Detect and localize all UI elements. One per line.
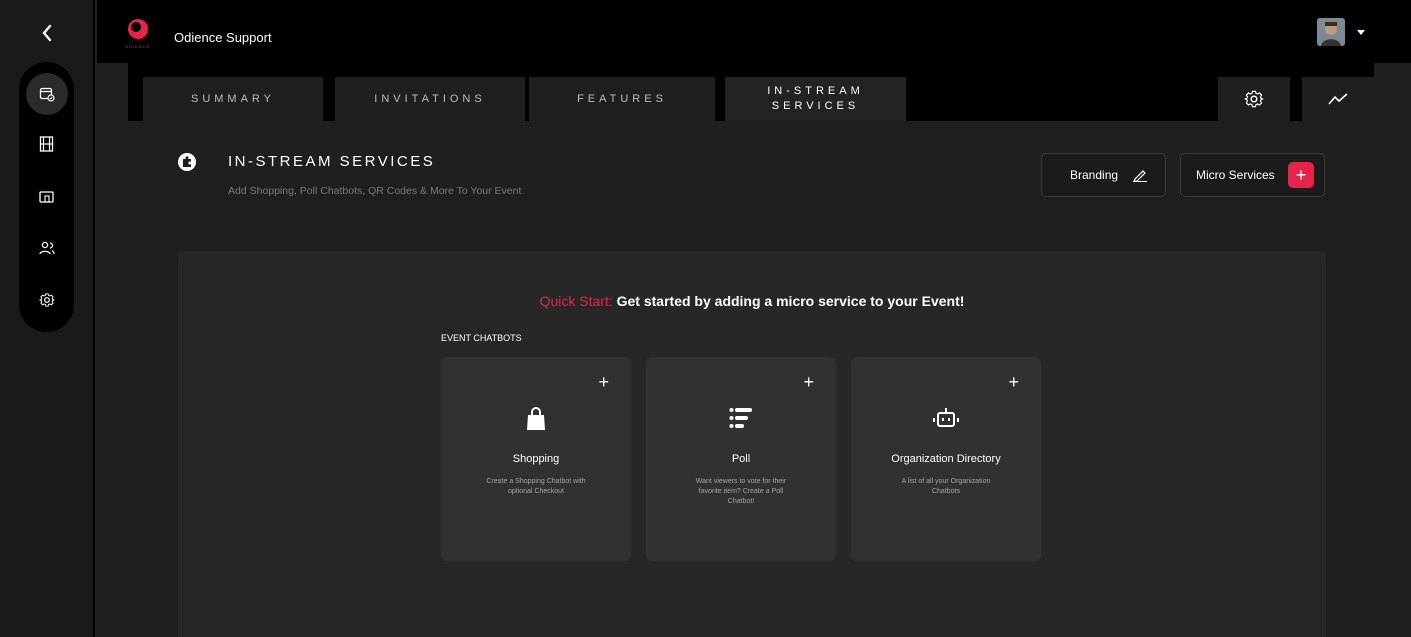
card-title: Organization Directory xyxy=(891,453,1001,465)
quick-start-prefix: Quick Start: xyxy=(539,293,613,309)
card-title: Poll xyxy=(731,453,751,465)
avatar[interactable] xyxy=(1317,18,1345,46)
card-title: Shopping xyxy=(512,453,560,465)
branding-button[interactable]: Branding xyxy=(1041,153,1166,197)
sidebar-item-media[interactable] xyxy=(19,124,74,164)
card-description: A list of all your Organization Chatbots xyxy=(901,478,991,495)
tab-in-stream-services[interactable]: IN-STREAM SERVICES xyxy=(725,77,906,121)
services-badge-icon xyxy=(177,152,197,172)
tab-settings[interactable] xyxy=(1218,77,1290,121)
user-photo xyxy=(1317,18,1345,46)
card-shopping[interactable]: + Shopping Create a Shopping Chatbot wit… xyxy=(441,357,631,561)
add-organization-directory-icon[interactable]: + xyxy=(1008,373,1019,391)
calendar-check-icon xyxy=(39,87,55,102)
sidebar-nav xyxy=(19,62,74,332)
sidebar-item-devices[interactable] xyxy=(19,177,74,217)
tab-label-line1: IN-STREAM xyxy=(767,85,864,97)
quick-start-text: Get started by adding a micro service to… xyxy=(612,293,965,309)
micro-services-label: Micro Services xyxy=(1196,168,1275,182)
app-root: ODIENCE Odience Support SUMMARY INVITATI… xyxy=(0,0,1411,637)
tab-analytics[interactable] xyxy=(1302,77,1374,121)
sidebar-item-users[interactable] xyxy=(19,228,74,268)
robot-icon xyxy=(851,407,1041,433)
quick-start-panel: Quick Start: Get started by adding a mic… xyxy=(178,251,1326,637)
shopping-bag-icon xyxy=(441,407,631,433)
sidebar-item-events[interactable] xyxy=(19,73,74,115)
back-button[interactable] xyxy=(36,22,58,44)
card-description: Create a Shopping Chatbot with optional … xyxy=(486,478,586,495)
odience-logo-icon: ODIENCE xyxy=(125,19,150,49)
add-shopping-icon[interactable]: + xyxy=(598,373,609,391)
poll-list-icon xyxy=(646,407,836,433)
branding-label: Branding xyxy=(1070,168,1119,182)
tab-bar: SUMMARY INVITATIONS FEATURES IN-STREAM S… xyxy=(128,63,1374,121)
sidebar-item-settings[interactable] xyxy=(19,280,74,320)
add-poll-icon[interactable]: + xyxy=(803,373,814,391)
card-description: Want viewers to vote for their favorite … xyxy=(695,478,787,505)
card-poll[interactable]: + Poll Want viewers to vote for their fa… xyxy=(646,357,836,561)
film-icon xyxy=(39,136,54,152)
devices-icon xyxy=(38,191,54,203)
page-title: IN-STREAM SERVICES xyxy=(228,153,436,170)
tab-invitations[interactable]: INVITATIONS xyxy=(335,77,525,121)
puzzle-icon xyxy=(178,153,196,171)
chevron-left-icon xyxy=(42,24,52,42)
gear-icon xyxy=(39,293,54,307)
svg-text:ODIENCE: ODIENCE xyxy=(125,44,150,49)
org-name: Odience Support xyxy=(174,30,272,45)
left-rail xyxy=(0,0,95,637)
odience-logo: ODIENCE xyxy=(125,16,153,50)
card-organization-directory[interactable]: + Organization Directory A list of all y… xyxy=(851,357,1041,561)
trend-line-icon xyxy=(1328,93,1348,105)
micro-services-button[interactable]: Micro Services + xyxy=(1180,153,1325,197)
tab-summary[interactable]: SUMMARY xyxy=(143,77,323,121)
account-dropdown-caret[interactable] xyxy=(1357,30,1365,35)
section-label: EVENT CHATBOTS xyxy=(441,333,522,343)
pen-icon xyxy=(1133,170,1148,182)
quick-start-heading: Quick Start: Get started by adding a mic… xyxy=(178,293,1326,309)
tab-features[interactable]: FEATURES xyxy=(529,77,715,121)
top-header: ODIENCE Odience Support xyxy=(97,0,1411,63)
tab-label-line2: SERVICES xyxy=(771,100,860,112)
page-subtitle: Add Shopping, Poll Chatbots, QR Codes & … xyxy=(228,185,522,197)
plus-icon: + xyxy=(1288,162,1314,188)
gear-icon xyxy=(1244,90,1264,108)
users-icon xyxy=(38,241,55,255)
